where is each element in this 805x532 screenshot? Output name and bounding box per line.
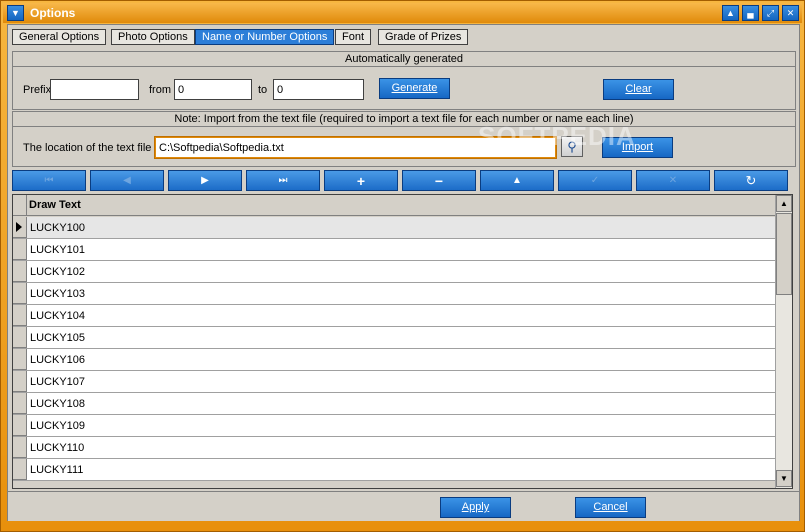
tab-photo-options[interactable]: Photo Options <box>111 29 195 45</box>
nav-edit-button[interactable]: ▲ <box>480 170 554 191</box>
cancel-button[interactable]: Cancel <box>575 497 646 518</box>
grid-header-indicator <box>13 195 27 216</box>
restore-icon[interactable]: ▄ <box>742 5 759 21</box>
grid-header: Draw Text <box>13 195 775 216</box>
row-indicator[interactable] <box>13 261 27 282</box>
table-row[interactable]: LUCKY102 <box>13 261 775 283</box>
row-indicator[interactable] <box>13 217 27 238</box>
draw-text-cell[interactable]: LUCKY109 <box>30 420 85 432</box>
table-row[interactable]: LUCKY111 <box>13 459 775 481</box>
title-bar[interactable]: ▼ Options ▲ ▄ ⤢ ✕ <box>3 3 802 23</box>
prefix-label: Prefix <box>23 84 52 96</box>
apply-button[interactable]: Apply <box>440 497 511 518</box>
nav-prior-button[interactable]: ◀ <box>90 170 164 191</box>
from-input[interactable] <box>174 79 252 100</box>
nav-next-button[interactable]: ▶ <box>168 170 242 191</box>
import-panel: Note: Import from the text file (require… <box>12 111 796 167</box>
tab-font[interactable]: Font <box>335 29 372 45</box>
draw-text-cell[interactable]: LUCKY102 <box>30 266 85 278</box>
vertical-scrollbar[interactable]: ▲ ▼ <box>775 195 792 488</box>
dialog-client-area: General Options Photo Options Name or Nu… <box>7 24 800 521</box>
row-indicator[interactable] <box>13 415 27 436</box>
table-row[interactable]: LUCKY103 <box>13 283 775 305</box>
nav-last-button[interactable]: ⏭ <box>246 170 320 191</box>
tab-name-or-number-options[interactable]: Name or Number Options <box>195 29 335 45</box>
scroll-down-icon[interactable]: ▼ <box>776 470 792 487</box>
system-menu-icon[interactable]: ▼ <box>7 5 24 21</box>
row-indicator[interactable] <box>13 283 27 304</box>
table-row[interactable]: LUCKY101 <box>13 239 775 261</box>
table-row[interactable]: LUCKY104 <box>13 305 775 327</box>
draw-text-grid[interactable]: Draw Text LUCKY100 LUCKY101 LUCKY102 LUCKY1… <box>12 194 793 489</box>
nav-delete-button[interactable]: − <box>402 170 476 191</box>
draw-text-cell[interactable]: LUCKY110 <box>30 442 84 454</box>
row-indicator[interactable] <box>13 239 27 260</box>
import-header: Note: Import from the text file (require… <box>13 112 795 127</box>
nav-first-button[interactable]: ⏮ <box>12 170 86 191</box>
close-icon[interactable]: ✕ <box>782 5 799 21</box>
location-label: The location of the text file <box>23 142 152 154</box>
draw-text-cell[interactable]: LUCKY103 <box>30 288 85 300</box>
auto-generate-header: Automatically generated <box>13 52 795 67</box>
current-row-arrow-icon <box>16 222 22 232</box>
nav-insert-button[interactable]: + <box>324 170 398 191</box>
scroll-up-icon[interactable]: ▲ <box>776 195 792 212</box>
table-row[interactable]: LUCKY105 <box>13 327 775 349</box>
auto-generate-panel: Automatically generated Prefix from to G… <box>12 51 796 110</box>
from-label: from <box>149 84 171 96</box>
prefix-input[interactable] <box>50 79 139 100</box>
maximize-icon[interactable]: ⤢ <box>762 5 779 21</box>
draw-text-cell[interactable]: LUCKY106 <box>30 354 85 366</box>
nav-cancel-button[interactable]: ✕ <box>636 170 710 191</box>
table-row[interactable]: LUCKY100 <box>13 217 775 239</box>
softpedia-watermark: SOFTPEDIA <box>478 121 636 151</box>
row-indicator[interactable] <box>13 327 27 348</box>
scroll-thumb[interactable] <box>776 213 792 295</box>
row-indicator[interactable] <box>13 305 27 326</box>
record-navigator: ⏮ ◀ ▶ ⏭ + − ▲ ✓ ✕ ↻ <box>12 170 796 192</box>
options-window: ▼ Options ▲ ▄ ⤢ ✕ General Options Photo … <box>0 0 805 532</box>
table-row[interactable]: LUCKY106 <box>13 349 775 371</box>
row-indicator[interactable] <box>13 437 27 458</box>
nav-post-button[interactable]: ✓ <box>558 170 632 191</box>
window-title: Options <box>30 6 76 20</box>
draw-text-cell[interactable]: LUCKY108 <box>30 398 85 410</box>
clear-button[interactable]: Clear <box>603 79 674 100</box>
row-indicator[interactable] <box>13 371 27 392</box>
dialog-footer: Apply Cancel <box>8 491 799 521</box>
table-row[interactable]: LUCKY110 <box>13 437 775 459</box>
generate-button[interactable]: Generate <box>379 78 450 99</box>
draw-text-cell[interactable]: LUCKY111 <box>30 464 83 476</box>
row-indicator[interactable] <box>13 459 27 480</box>
table-row[interactable]: LUCKY109 <box>13 415 775 437</box>
minimize-icon[interactable]: ▲ <box>722 5 739 21</box>
row-indicator[interactable] <box>13 349 27 370</box>
draw-text-cell[interactable]: LUCKY100 <box>30 222 85 234</box>
to-label: to <box>258 84 268 96</box>
nav-refresh-button[interactable]: ↻ <box>714 170 788 191</box>
row-indicator[interactable] <box>13 393 27 414</box>
to-input[interactable] <box>273 79 364 100</box>
column-header-draw-text[interactable]: Draw Text <box>29 199 81 211</box>
tab-general-options[interactable]: General Options <box>12 29 107 45</box>
draw-text-cell[interactable]: LUCKY101 <box>30 244 85 256</box>
draw-text-cell[interactable]: LUCKY105 <box>30 332 85 344</box>
draw-text-cell[interactable]: LUCKY107 <box>30 376 85 388</box>
table-row[interactable]: LUCKY107 <box>13 371 775 393</box>
draw-text-cell[interactable]: LUCKY104 <box>30 310 85 322</box>
table-row[interactable]: LUCKY108 <box>13 393 775 415</box>
tab-grade-of-prizes[interactable]: Grade of Prizes <box>378 29 469 45</box>
